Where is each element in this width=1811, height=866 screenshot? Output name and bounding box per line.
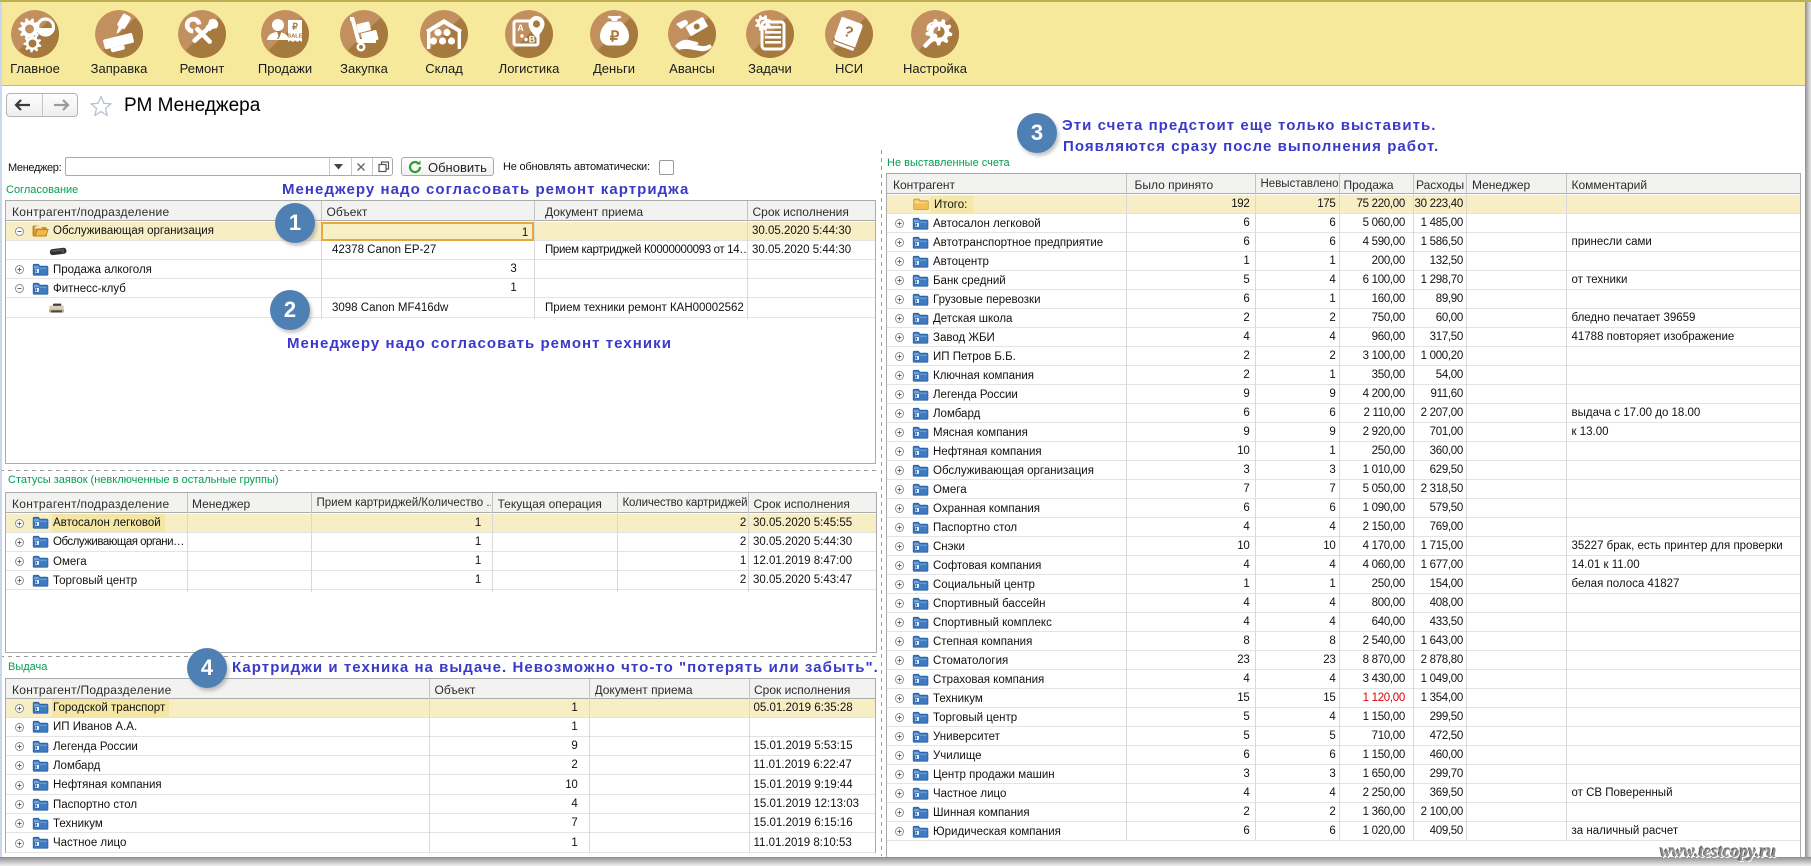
svg-text:₽: ₽ [292, 22, 298, 32]
svg-text:A: A [517, 23, 524, 33]
svg-text:SALE: SALE [288, 34, 303, 40]
svg-text:₽: ₽ [610, 29, 620, 46]
